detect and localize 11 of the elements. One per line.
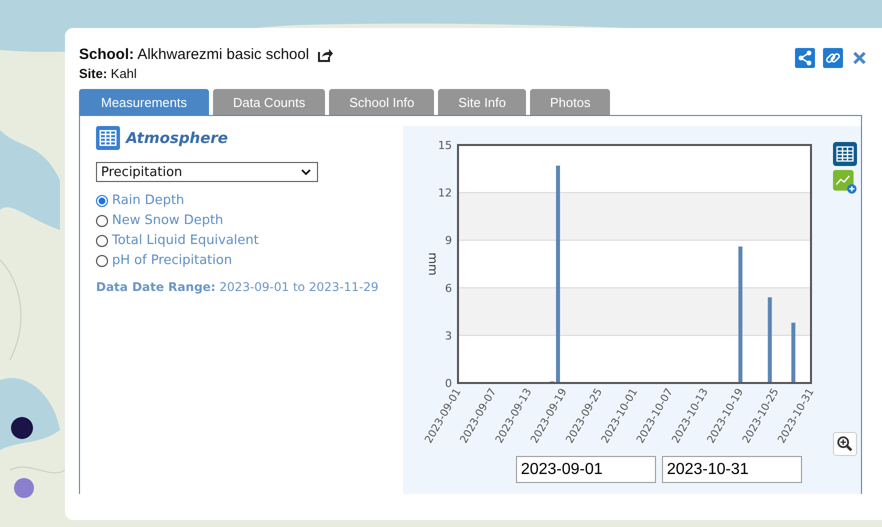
y-tick-label: 3 (444, 329, 452, 342)
y-tick-label: 9 (444, 234, 452, 248)
section-title: Atmosphere (126, 129, 228, 147)
y-axis-label: mm (426, 252, 440, 276)
y-tick-label: 15 (438, 139, 452, 152)
date-range-text: Data Date Range: 2023-09-01 to 2023-11-29 (96, 280, 380, 294)
y-tick-label: 6 (444, 282, 452, 295)
y-tick-label: 12 (438, 186, 452, 200)
site-name: Site: Kahl (79, 66, 138, 81)
school-name: School: Alkhwarezmi basic school (79, 46, 310, 63)
y-tick-label: 0 (444, 377, 452, 390)
